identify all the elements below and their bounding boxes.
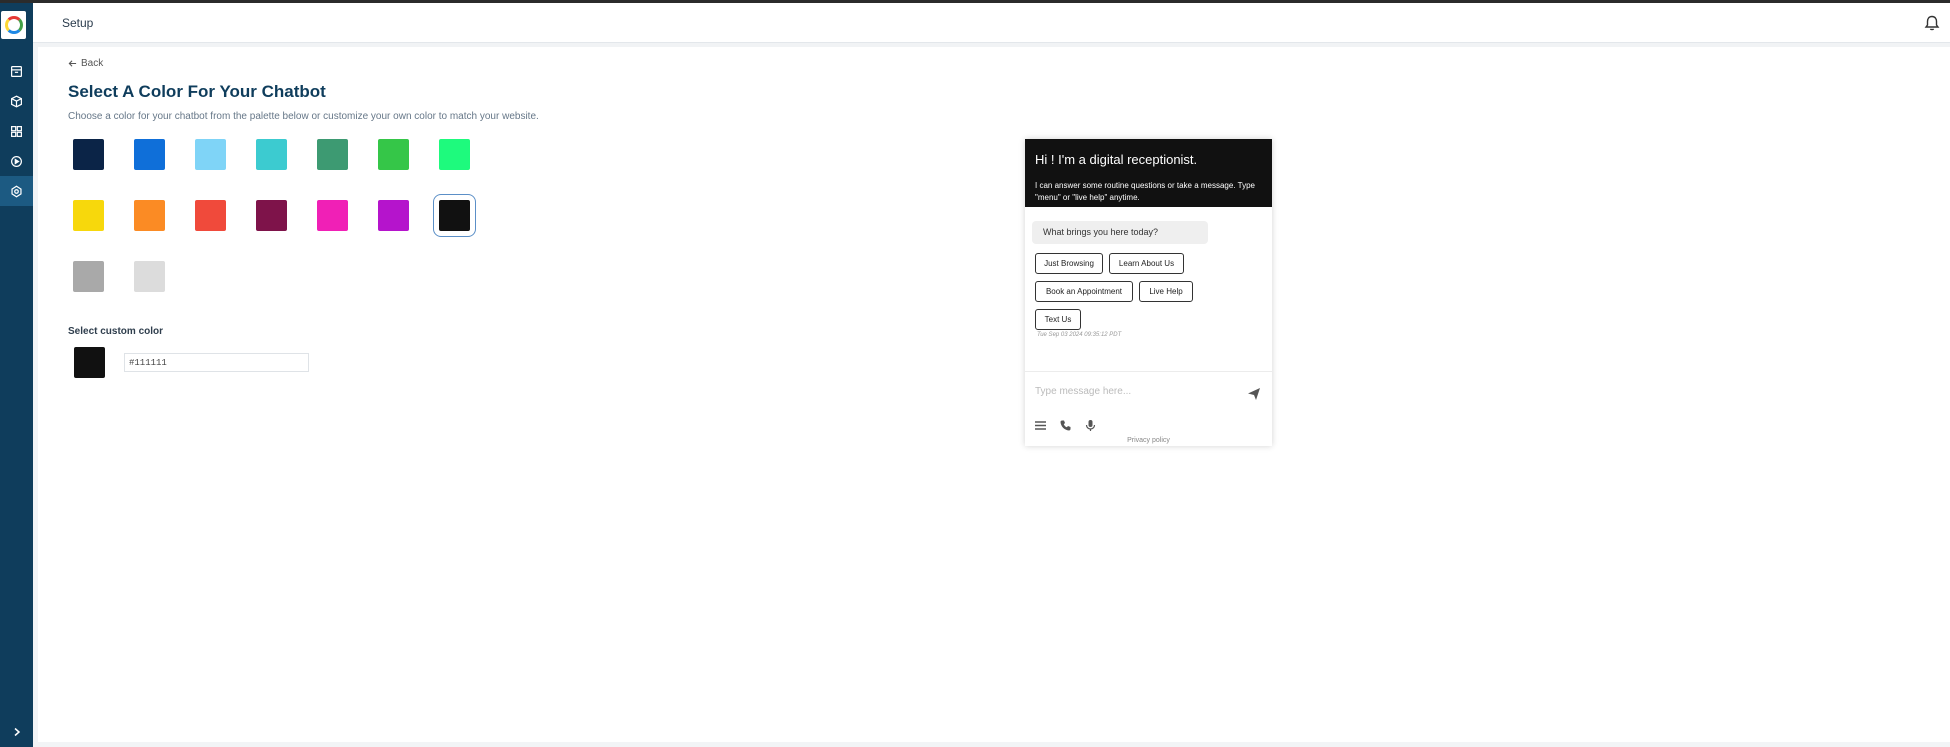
color-swatch[interactable]	[195, 200, 226, 231]
grid-icon	[11, 125, 22, 137]
back-label: Back	[81, 58, 104, 69]
chat-option-live-help[interactable]: Live Help	[1139, 281, 1193, 302]
archive-icon	[11, 65, 22, 77]
color-swatch[interactable]	[378, 200, 409, 231]
back-link[interactable]: Back	[68, 58, 103, 69]
page-description: Choose a color for your chatbot from the…	[68, 111, 539, 122]
color-swatch[interactable]	[317, 139, 348, 170]
custom-color-label: Select custom color	[68, 326, 164, 337]
color-swatch[interactable]	[134, 200, 165, 231]
top-bar: Setup	[33, 3, 1950, 43]
chat-bubble: What brings you here today?	[1032, 221, 1208, 244]
sidebar-item-archive[interactable]	[0, 56, 33, 86]
color-swatch[interactable]	[134, 139, 165, 170]
sidebar-item-settings[interactable]	[0, 176, 33, 206]
color-swatch[interactable]	[439, 139, 470, 170]
color-swatch[interactable]	[195, 139, 226, 170]
content-left-edge	[33, 47, 38, 747]
color-swatch[interactable]	[256, 200, 287, 231]
sidebar-item-box[interactable]	[0, 86, 33, 116]
chat-timestamp: Tue Sep 03 2024 09:35:12 PDT	[1037, 332, 1122, 338]
menu-icon[interactable]	[1034, 419, 1047, 432]
sidebar	[0, 3, 33, 747]
content-bottom-edge	[33, 742, 1950, 747]
color-swatch[interactable]	[73, 200, 104, 231]
page-heading: Select A Color For Your Chatbot	[68, 82, 326, 101]
color-swatch[interactable]	[433, 194, 476, 237]
gear-icon	[11, 184, 22, 198]
chevron-right-icon	[14, 727, 20, 737]
chat-header-title: Hi ! I'm a digital receptionist.	[1035, 152, 1198, 167]
bell-icon[interactable]	[1923, 14, 1941, 32]
color-swatch[interactable]	[317, 200, 348, 231]
color-swatch[interactable]	[378, 139, 409, 170]
page-title: Setup	[62, 16, 94, 30]
color-swatch[interactable]	[73, 139, 104, 170]
send-icon[interactable]	[1247, 387, 1261, 401]
top-bar-shadow	[33, 43, 1950, 47]
logo-ring-icon	[4, 16, 23, 34]
box-icon	[11, 95, 22, 107]
sidebar-item-play[interactable]	[0, 146, 33, 176]
chat-divider	[1025, 371, 1272, 372]
phone-icon[interactable]	[1059, 419, 1072, 432]
chat-header: Hi ! I'm a digital receptionist. I can a…	[1025, 139, 1272, 207]
chat-option-just-browsing[interactable]: Just Browsing	[1035, 253, 1103, 274]
custom-color-preview[interactable]	[74, 347, 105, 378]
play-circle-icon	[11, 155, 22, 167]
chat-option-text-us[interactable]: Text Us	[1035, 309, 1081, 330]
sidebar-expand-button[interactable]	[0, 719, 33, 745]
sidebar-item-grid[interactable]	[0, 116, 33, 146]
chat-message-input[interactable]: Type message here...	[1035, 386, 1131, 397]
chatbot-preview: Hi ! I'm a digital receptionist. I can a…	[1025, 139, 1272, 446]
microphone-icon[interactable]	[1084, 419, 1097, 432]
chat-option-learn-about-us[interactable]: Learn About Us	[1109, 253, 1184, 274]
app-logo[interactable]	[1, 11, 26, 39]
arrow-left-icon	[68, 60, 77, 67]
color-swatch[interactable]	[73, 261, 104, 292]
privacy-policy-link[interactable]: Privacy policy	[1025, 437, 1272, 444]
color-swatch[interactable]	[256, 139, 287, 170]
color-swatch[interactable]	[134, 261, 165, 292]
custom-color-input[interactable]	[124, 353, 309, 372]
chat-option-book-appointment[interactable]: Book an Appointment	[1035, 281, 1133, 302]
chat-header-subtitle: I can answer some routine questions or t…	[1035, 181, 1255, 202]
color-palette	[73, 139, 476, 292]
